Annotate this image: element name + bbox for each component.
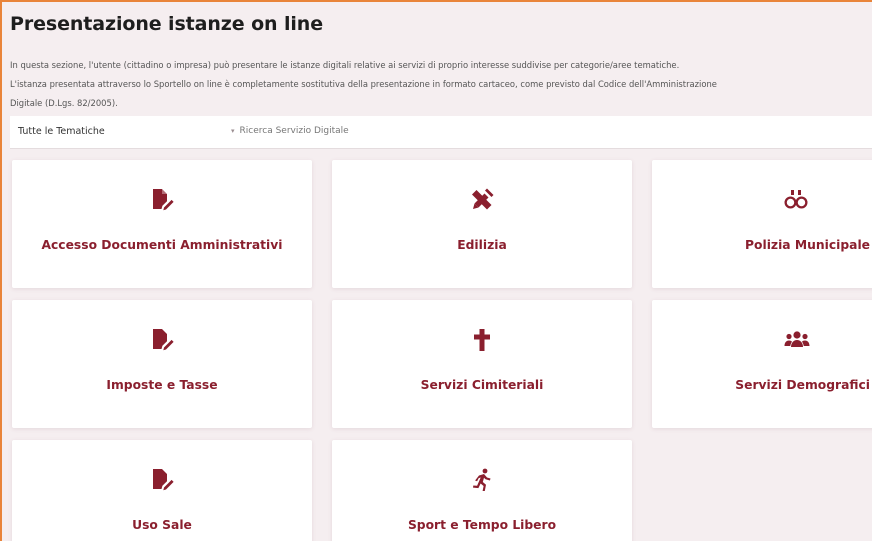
category-label: Servizi Cimiteriali [420,378,544,392]
category-card-servizi-cimiteriali[interactable]: Servizi Cimiteriali [332,300,632,428]
category-label: Servizi Demografici [735,378,870,392]
category-card-imposte-tasse[interactable]: Imposte e Tasse [12,300,312,428]
category-card-uso-sale[interactable]: Uso Sale [12,440,312,541]
caret-down-icon: ▾ [231,127,235,135]
cross-icon [332,326,632,354]
intro-line: In questa sezione, l'utente (cittadino o… [10,60,680,70]
category-label: Polizia Municipale [745,238,870,252]
binoculars-icon [652,186,872,214]
thematic-select[interactable]: Tutte le Tematiche [18,126,105,137]
category-label: Sport e Tempo Libero [407,518,557,532]
file-signature-icon [12,326,312,354]
intro-line: L'istanza presentata attraverso lo Sport… [10,79,717,89]
filter-bar: Tutte le Tematiche ▾ Ricerca Servizio Dig… [10,116,872,149]
file-signature-icon [12,186,312,214]
search-toggle-label: Ricerca Servizio Digitale [239,126,349,136]
file-signature-icon [12,466,312,494]
category-card-sport-tempo-libero[interactable]: Sport e Tempo Libero [332,440,632,541]
intro-line: Digitale (D.Lgs. 82/2005). [10,98,118,108]
page-title: Presentazione istanze on line [10,13,324,35]
page-frame: Presentazione istanze on line In questa … [0,0,872,541]
intro-text: In questa sezione, l'utente (cittadino o… [10,56,872,113]
category-card-servizi-demografici[interactable]: Servizi Demografici [652,300,872,428]
users-icon [652,326,872,354]
pencil-ruler-icon [332,186,632,214]
running-icon [332,466,632,494]
category-card-edilizia[interactable]: Edilizia [332,160,632,288]
category-label: Uso Sale [132,518,192,532]
category-label: Accesso Documenti Amministrativi [41,238,283,252]
category-card-accesso-documenti[interactable]: Accesso Documenti Amministrativi [12,160,312,288]
category-label: Edilizia [457,238,507,252]
category-label: Imposte e Tasse [106,378,218,392]
search-toggle[interactable]: ▾ Ricerca Servizio Digitale [231,126,349,136]
category-card-polizia-municipale[interactable]: Polizia Municipale [652,160,872,288]
